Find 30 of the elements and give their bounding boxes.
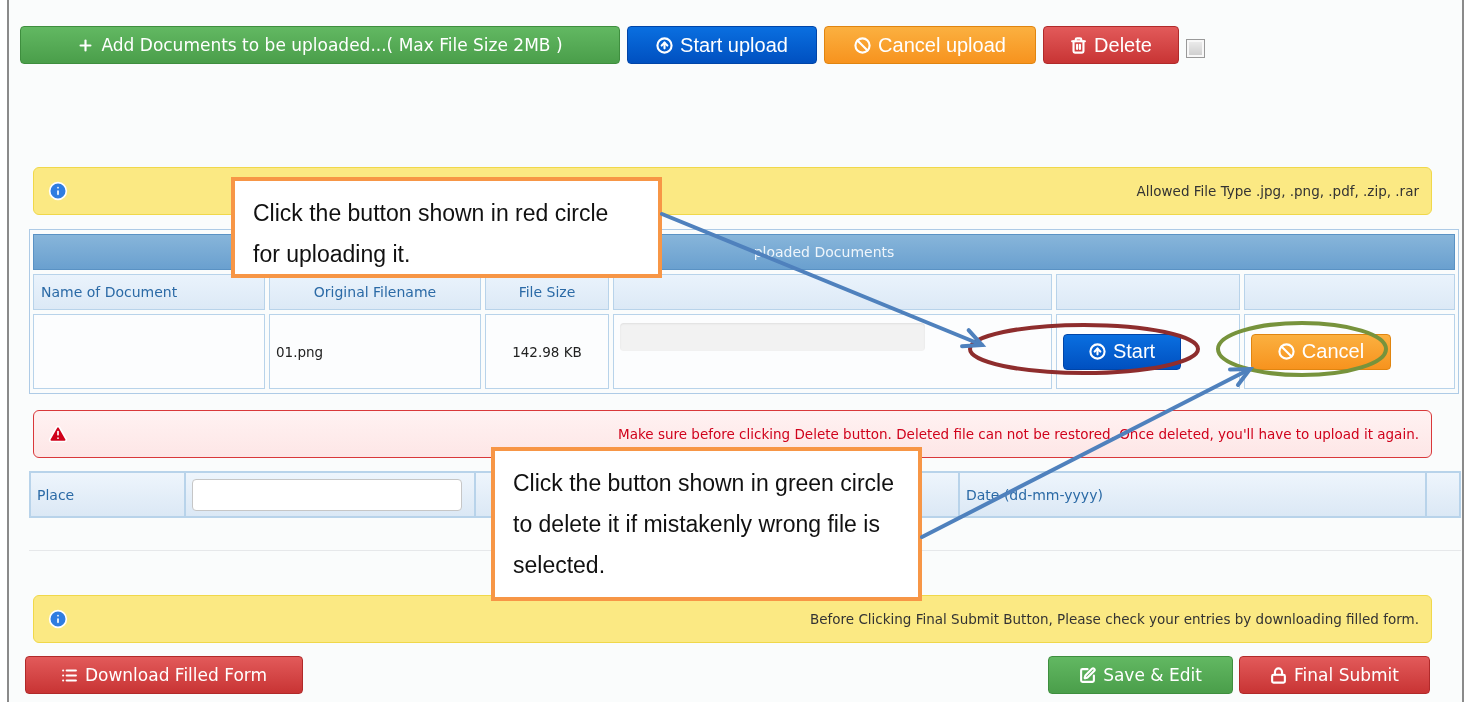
date-label: Date (dd-mm-yyyy) [966, 486, 1103, 503]
trash-icon [1070, 36, 1088, 54]
final-submit-button[interactable]: Final Submit [1239, 656, 1430, 694]
info-icon [48, 609, 68, 629]
table-cell: 142.98 KB [485, 314, 609, 389]
download-form-button[interactable]: Download Filled Form [25, 656, 303, 694]
table-cell: 01.png [269, 314, 481, 389]
upload-icon [1088, 343, 1106, 360]
lock-icon [1270, 666, 1288, 684]
warning-icon [48, 424, 68, 444]
delete-button[interactable]: Delete [1043, 26, 1179, 64]
edit-icon [1079, 666, 1097, 684]
start-upload-button[interactable]: Start upload [627, 26, 817, 64]
annotation-callout: Click the button shown in red circle for uploading it. [231, 177, 662, 278]
info-text: Allowed File Type .jpg, .png, .pdf, .zip, .rar [1136, 183, 1419, 199]
place-field[interactable] [192, 478, 462, 511]
select-all-checkbox[interactable] [1186, 38, 1205, 58]
cancel-icon [854, 36, 872, 54]
upload-icon [656, 36, 674, 54]
add-documents-button[interactable]: Add Documents to be uploaded...( Max File Size 2MB ) [20, 26, 620, 64]
list-icon [60, 666, 78, 684]
column-header: Name of Document [33, 274, 265, 310]
info-icon [48, 181, 68, 201]
plus-icon [77, 36, 95, 54]
place-label: Place [37, 486, 75, 503]
annotation-callout: Click the button shown in green circle to delete it if mistakenly wrong file is selected. [491, 447, 922, 601]
cancel-icon [1277, 343, 1295, 360]
start-button[interactable]: Start [1063, 333, 1181, 370]
save-edit-button[interactable]: Save & Edit [1048, 656, 1233, 694]
notice-text: Before Clicking Final Submit Button, Please check your entries by downloading filled form. [809, 611, 1419, 627]
